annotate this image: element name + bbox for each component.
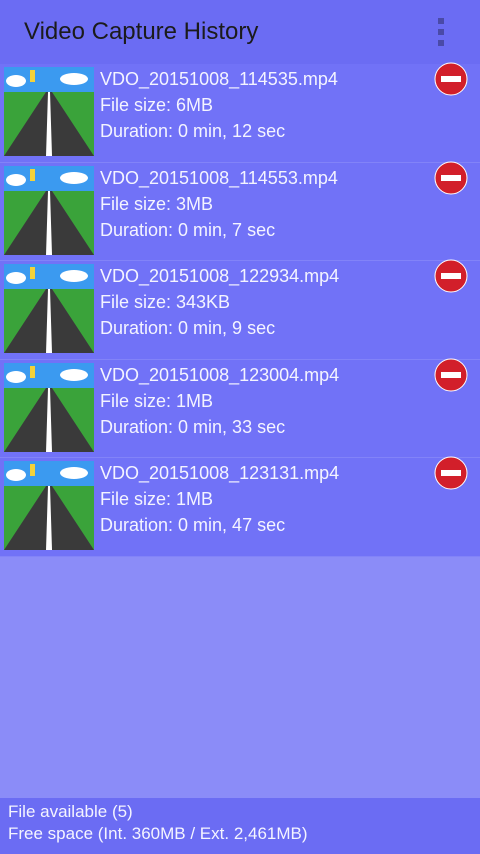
list-item[interactable]: VDO_20151008_122934.mp4 File size: 343KB…: [0, 259, 480, 360]
video-thumbnail-icon: [4, 165, 94, 255]
video-thumbnail-icon: [4, 461, 94, 551]
video-name: VDO_20151008_114535.mp4: [100, 69, 338, 89]
video-duration: Duration: 0 min, 12 sec: [100, 121, 286, 141]
video-size: File size: 6MB: [100, 95, 214, 115]
video-thumbnail-icon: [4, 264, 94, 354]
list-item[interactable]: VDO_20151008_114535.mp4 File size: 6MB D…: [0, 62, 480, 163]
video-name: VDO_20151008_123131.mp4: [100, 463, 340, 484]
video-duration: Duration: 0 min, 33 sec: [100, 416, 286, 437]
video-size: File size: 3MB: [100, 193, 214, 214]
delete-icon[interactable]: [434, 358, 468, 392]
video-duration: Duration: 0 min, 7 sec: [100, 219, 276, 240]
list-item[interactable]: VDO_20151008_123004.mp4 File size: 1MB D…: [0, 358, 480, 459]
delete-icon[interactable]: [434, 456, 468, 490]
delete-icon[interactable]: [434, 161, 468, 195]
list-item[interactable]: VDO_20151008_123131.mp4 File size: 1MB D…: [0, 456, 480, 557]
video-name: VDO_20151008_123004.mp4: [100, 364, 340, 385]
video-size: File size: 1MB: [100, 390, 214, 411]
video-thumbnail-icon: [4, 67, 94, 156]
list-item[interactable]: VDO_20151008_114553.mp4 File size: 3MB D…: [0, 161, 480, 262]
video-thumbnail-icon: [4, 362, 94, 452]
video-size: File size: 1MB: [100, 489, 214, 510]
free-space-text: Free space (Int. 360MB / Ext. 2,461MB): [8, 824, 308, 843]
video-name: VDO_20151008_114553.mp4: [100, 167, 338, 188]
delete-icon[interactable]: [434, 62, 468, 96]
video-duration: Duration: 0 min, 9 sec: [100, 318, 276, 339]
overflow-menu-icon[interactable]: [426, 14, 456, 50]
status-footer: File available (5) Free space (Int. 360M…: [0, 798, 480, 854]
delete-icon[interactable]: [434, 259, 468, 293]
video-list: VDO_20151008_114535.mp4 File size: 6MB D…: [0, 62, 480, 557]
page-title: Video Capture History: [24, 18, 259, 45]
file-available-text: File available (5): [8, 802, 133, 821]
video-name: VDO_20151008_122934.mp4: [100, 266, 340, 287]
video-size: File size: 343KB: [100, 292, 231, 313]
app-bar: Video Capture History: [0, 0, 480, 64]
video-duration: Duration: 0 min, 47 sec: [100, 515, 286, 536]
